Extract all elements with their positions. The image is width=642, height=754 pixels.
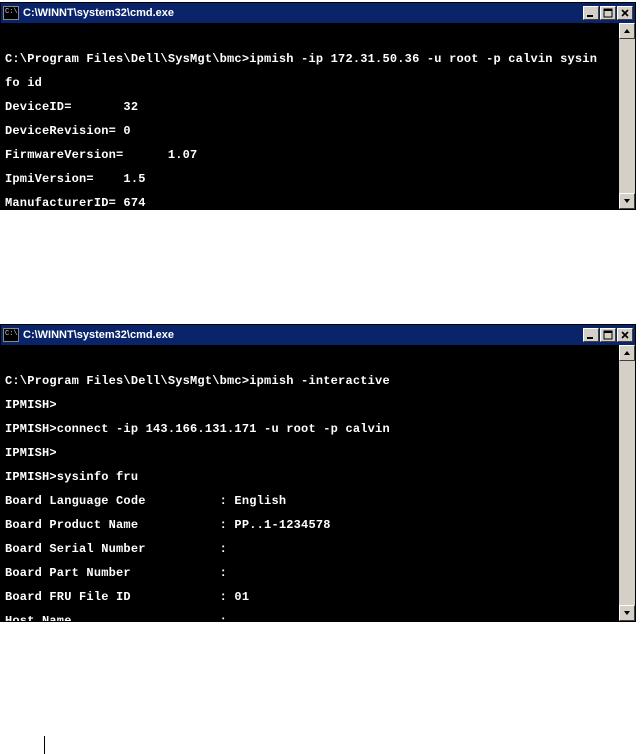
- window-controls: [583, 328, 633, 342]
- terminal-line: fo id: [5, 77, 619, 89]
- minimize-button[interactable]: [583, 6, 599, 20]
- terminal-line: IPMISH>sysinfo fru: [5, 471, 619, 483]
- scroll-down-button[interactable]: [619, 605, 635, 621]
- minimize-button[interactable]: [583, 328, 599, 342]
- scroll-up-button[interactable]: [619, 345, 635, 361]
- terminal-line: IPMISH>: [5, 399, 619, 411]
- terminal-line: FirmwareVersion= 1.07: [5, 149, 619, 161]
- maximize-button[interactable]: [600, 6, 616, 20]
- scroll-down-button[interactable]: [619, 193, 635, 209]
- terminal-line: Board Product Name : PP..1-1234578: [5, 519, 619, 531]
- cmd-window-2: C:\WINNT\system32\cmd.exe C:\Program Fil…: [0, 324, 636, 622]
- terminal-line: DeviceRevision= 0: [5, 125, 619, 137]
- terminal-line: Board FRU File ID : 01: [5, 591, 619, 603]
- vertical-scrollbar[interactable]: [619, 23, 635, 209]
- cmd-icon: [3, 6, 19, 20]
- terminal-line: Board Part Number :: [5, 567, 619, 579]
- terminal-line: ManufacturerID= 674: [5, 197, 619, 209]
- client-area: C:\Program Files\Dell\SysMgt\bmc>ipmish …: [1, 23, 635, 209]
- close-button[interactable]: [617, 6, 633, 20]
- terminal-line: Board Language Code : English: [5, 495, 619, 507]
- window-title: C:\WINNT\system32\cmd.exe: [23, 7, 583, 19]
- scroll-track[interactable]: [619, 361, 635, 605]
- vertical-scrollbar[interactable]: [619, 345, 635, 621]
- terminal-line: DeviceID= 32: [5, 101, 619, 113]
- cmd-window-1: C:\WINNT\system32\cmd.exe C:\Program Fil…: [0, 2, 636, 210]
- maximize-button[interactable]: [600, 328, 616, 342]
- terminal-output[interactable]: C:\Program Files\Dell\SysMgt\bmc>ipmish …: [1, 23, 619, 209]
- terminal-line: IPMISH>connect -ip 143.166.131.171 -u ro…: [5, 423, 619, 435]
- terminal-line: C:\Program Files\Dell\SysMgt\bmc>ipmish …: [5, 375, 619, 387]
- titlebar[interactable]: C:\WINNT\system32\cmd.exe: [1, 3, 635, 23]
- titlebar[interactable]: C:\WINNT\system32\cmd.exe: [1, 325, 635, 345]
- window-title: C:\WINNT\system32\cmd.exe: [23, 329, 583, 341]
- terminal-line: Host Name :: [5, 615, 619, 621]
- window-controls: [583, 6, 633, 20]
- terminal-line: IpmiVersion= 1.5: [5, 173, 619, 185]
- cmd-icon: [3, 328, 19, 342]
- terminal-line: IPMISH>: [5, 447, 619, 459]
- terminal-line: Board Serial Number :: [5, 543, 619, 555]
- terminal-line: C:\Program Files\Dell\SysMgt\bmc>ipmish …: [5, 53, 619, 65]
- close-button[interactable]: [617, 328, 633, 342]
- client-area: C:\Program Files\Dell\SysMgt\bmc>ipmish …: [1, 345, 635, 621]
- scroll-up-button[interactable]: [619, 23, 635, 39]
- terminal-output[interactable]: C:\Program Files\Dell\SysMgt\bmc>ipmish …: [1, 345, 619, 621]
- scroll-track[interactable]: [619, 39, 635, 193]
